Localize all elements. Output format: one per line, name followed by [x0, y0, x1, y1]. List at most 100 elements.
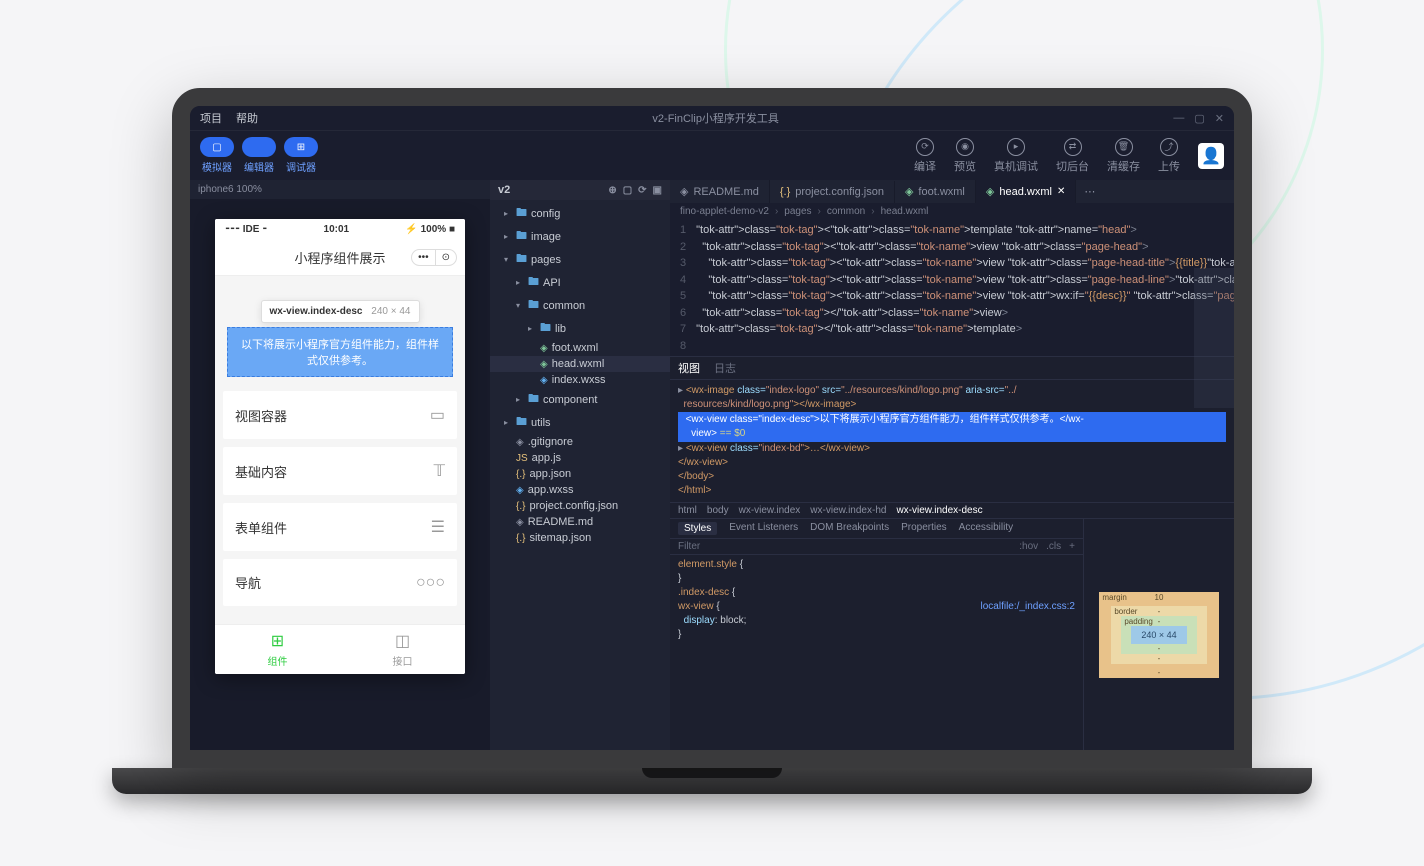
tree-item[interactable]: {.}sitemap.json [490, 530, 670, 546]
menu-row[interactable]: 表单组件☰ [223, 503, 457, 551]
new-file-icon[interactable]: ⊕ [608, 185, 616, 196]
tree-item-name: head.wxml [552, 358, 605, 370]
capsule-more-icon[interactable]: ••• [412, 250, 436, 265]
phone-tab-icon: ◫ [346, 631, 459, 651]
tree-item[interactable]: ◈foot.wxml [490, 340, 670, 356]
bm-content-size: 240 × 44 [1131, 626, 1186, 644]
styles-tab[interactable]: Styles [678, 522, 717, 535]
toolbar-action-label: 编译 [914, 158, 936, 174]
cls-toggle[interactable]: .cls [1046, 541, 1061, 552]
phone-tab-icon: ⊞ [221, 631, 334, 651]
mode-button[interactable]: ⊞ [284, 137, 318, 157]
toolbar-action-icon: ⤴ [1160, 138, 1178, 156]
tree-item[interactable]: ◈app.wxss [490, 482, 670, 498]
styles-body[interactable]: element.style {}.index-desc {</span></di… [670, 555, 1083, 645]
phone-capsule[interactable]: •••⊙ [411, 249, 457, 266]
tree-item[interactable]: ▸🖿API [490, 271, 670, 294]
editor-tab[interactable]: ◈README.md [670, 180, 770, 203]
styles-tab[interactable]: DOM Breakpoints [810, 522, 889, 535]
styles-filter-row: Filter :hov .cls + [670, 539, 1083, 555]
dom-crumb[interactable]: body [707, 505, 729, 516]
add-rule-icon[interactable]: + [1069, 541, 1075, 552]
avatar[interactable]: 👤 [1198, 143, 1224, 169]
toolbar-action-清缓存[interactable]: 🗑清缓存 [1107, 138, 1140, 174]
capsule-close-icon[interactable]: ⊙ [436, 250, 456, 265]
dom-crumb[interactable]: wx-view.index-desc [896, 505, 982, 516]
devtools-tab-view[interactable]: 视图 [678, 360, 700, 376]
tree-item-name: index.wxss [552, 374, 606, 386]
styles-tab[interactable]: Event Listeners [729, 522, 798, 535]
close-icon[interactable]: ✕ [1215, 112, 1224, 125]
mode-button[interactable]: ▢ [200, 137, 234, 157]
menu-row-icon: ○○○ [416, 574, 445, 592]
tree-item[interactable]: {.}project.config.json [490, 498, 670, 514]
tree-item[interactable]: JSapp.js [490, 450, 670, 466]
minimize-icon[interactable]: — [1173, 112, 1184, 125]
breadcrumb-segment[interactable]: head.wxml [881, 206, 929, 217]
tree-item[interactable]: ▸🖿utils [490, 411, 670, 434]
tab-overflow-icon[interactable]: ⋯ [1076, 180, 1103, 203]
phone-tab-label: 组件 [268, 657, 288, 668]
menu-help[interactable]: 帮助 [236, 110, 258, 126]
editor-tab[interactable]: {.}project.config.json [770, 181, 895, 203]
tree-item-name: lib [555, 323, 566, 335]
highlighted-element[interactable]: 以下将展示小程序官方组件能力，组件样式仅供参考。 [227, 327, 453, 377]
hov-toggle[interactable]: :hov [1019, 541, 1038, 552]
dom-crumb[interactable]: html [678, 505, 697, 516]
explorer-header[interactable]: v2 ⊕ ▢ ⟳ ▣ [490, 180, 670, 200]
tree-item[interactable]: ▾🖿common [490, 294, 670, 317]
tree-item[interactable]: ◈README.md [490, 514, 670, 530]
tree-item[interactable]: ▸🖿lib [490, 317, 670, 340]
tree-item[interactable]: {.}app.json [490, 466, 670, 482]
dom-crumb[interactable]: wx-view.index-hd [810, 505, 886, 516]
file-icon: ◈ [516, 485, 524, 496]
styles-tab[interactable]: Properties [901, 522, 947, 535]
menu-row-label: 基础内容 [235, 462, 287, 481]
dom-tree[interactable]: ▸ <wx-image class="index-logo" src="../r… [670, 380, 1234, 502]
menu-project[interactable]: 项目 [200, 110, 222, 126]
toolbar-action-编译[interactable]: ⟳编译 [914, 138, 936, 174]
code-editor[interactable]: 12345678 "tok-attr">class="tok-tag"><"to… [670, 220, 1234, 356]
toolbar: ▢模拟器编辑器⊞调试器 ⟳编译◉预览▸真机调试⇄切后台🗑清缓存⤴上传👤 [190, 131, 1234, 180]
tree-item[interactable]: ◈.gitignore [490, 434, 670, 450]
menu-row[interactable]: 视图容器▭ [223, 391, 457, 439]
toolbar-action-预览[interactable]: ◉预览 [954, 138, 976, 174]
devtools-tab-log[interactable]: 日志 [714, 360, 736, 376]
editor-tab[interactable]: ◈head.wxml✕ [976, 180, 1076, 203]
mode-button[interactable] [242, 137, 276, 157]
toolbar-action-切后台[interactable]: ⇄切后台 [1056, 138, 1089, 174]
dom-crumb[interactable]: wx-view.index [739, 505, 801, 516]
mode-label: 编辑器 [244, 159, 274, 174]
breadcrumb-segment[interactable]: fino-applet-demo-v2 [680, 206, 769, 217]
dom-selected-node[interactable]: <wx-view class="index-desc">以下将展示小程序官方组件… [678, 412, 1226, 442]
menu-row[interactable]: 导航○○○ [223, 559, 457, 606]
close-icon[interactable]: ✕ [1057, 186, 1065, 197]
styles-tab[interactable]: Accessibility [959, 522, 1013, 535]
styles-filter-input[interactable]: Filter [678, 541, 700, 552]
tree-item[interactable]: ◈index.wxss [490, 372, 670, 388]
menu-row[interactable]: 基础内容𝕋 [223, 447, 457, 495]
tree-item[interactable]: ▸🖿config [490, 202, 670, 225]
toolbar-action-真机调试[interactable]: ▸真机调试 [994, 138, 1038, 174]
new-folder-icon[interactable]: ▢ [623, 185, 632, 196]
phone-tab[interactable]: ◫接口 [340, 625, 465, 674]
breadcrumb-segment[interactable]: pages [784, 206, 811, 217]
phone-tab[interactable]: ⊞ 组件 [215, 625, 340, 674]
collapse-icon[interactable]: ▣ [653, 185, 662, 196]
editor-tab[interactable]: ◈foot.wxml [895, 180, 976, 203]
editor-tab-label: foot.wxml [918, 186, 964, 198]
tree-item[interactable]: ▸🖿component [490, 388, 670, 411]
breadcrumb-segment[interactable]: common [827, 206, 865, 217]
maximize-icon[interactable]: ▢ [1194, 112, 1204, 125]
toolbar-action-上传[interactable]: ⤴上传 [1158, 138, 1180, 174]
tree-item[interactable]: ◈head.wxml [490, 356, 670, 372]
editor-column: ◈README.md{.}project.config.json◈foot.wx… [670, 180, 1234, 750]
breadcrumb[interactable]: fino-applet-demo-v2›pages›common›head.wx… [670, 203, 1234, 220]
menubar: 项目 帮助 v2-FinClip小程序开发工具 — ▢ ✕ [190, 106, 1234, 131]
tree-item[interactable]: ▸🖿image [490, 225, 670, 248]
minimap[interactable] [1194, 268, 1234, 408]
tree-item[interactable]: ▾🖿pages [490, 248, 670, 271]
toolbar-action-label: 清缓存 [1107, 158, 1140, 174]
dom-breadcrumb[interactable]: html body wx-view.index wx-view.index-hd wx-… [670, 502, 1234, 519]
refresh-icon[interactable]: ⟳ [638, 185, 646, 196]
